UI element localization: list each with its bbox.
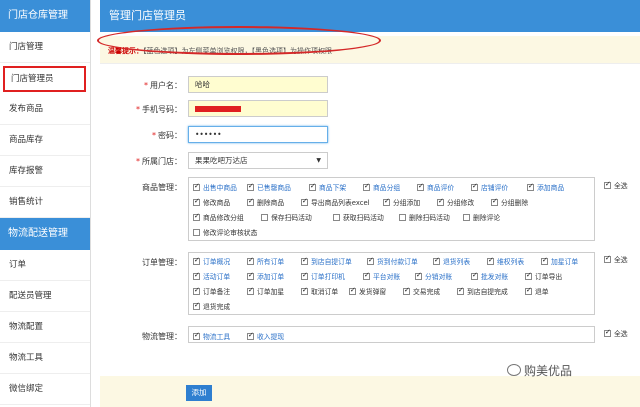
permission-checkbox[interactable]: 退货完成 bbox=[193, 301, 230, 311]
permission-checkbox[interactable]: 导出商品列表excel bbox=[301, 197, 370, 207]
logistics-perm-label: 物流管理： bbox=[142, 332, 182, 341]
goods-select-all[interactable]: 全选 bbox=[604, 180, 628, 190]
permission-checkbox[interactable]: 添加商品 bbox=[527, 182, 564, 192]
phone-field[interactable] bbox=[188, 100, 328, 117]
logistics-select-all[interactable]: 全选 bbox=[604, 328, 628, 338]
permission-checkbox[interactable]: 活动订单 bbox=[193, 271, 230, 281]
permission-checkbox[interactable]: 修改评论审核状态 bbox=[193, 227, 257, 237]
permission-checkbox[interactable]: 退单 bbox=[525, 286, 549, 296]
store-label: * 所属门店： bbox=[136, 157, 182, 166]
watermark: 购美优品 bbox=[507, 362, 572, 379]
permission-checkbox[interactable]: 取消订单 bbox=[301, 286, 338, 296]
orders-perm-box: 订单概况 所有订单 到店自提订单 货到付款订单 退货列表 维权列表 加星订单活动订单 添加订单… bbox=[188, 252, 595, 315]
permission-checkbox[interactable]: 商品分组 bbox=[363, 182, 400, 192]
permission-checkbox[interactable]: 到店自提完成 bbox=[457, 286, 508, 296]
permission-checkbox[interactable]: 删除商品 bbox=[247, 197, 284, 207]
sidebar-item-wechat-bind[interactable]: 微信绑定 bbox=[0, 374, 90, 405]
permission-checkbox[interactable]: 发货弹窗 bbox=[349, 286, 386, 296]
permission-checkbox[interactable]: 收入提现 bbox=[247, 331, 284, 341]
sidebar: 门店仓库管理 门店管理 门店管理员 发布商品 商品库存 库存报警 销售统计 物流… bbox=[0, 0, 91, 407]
permission-checkbox[interactable]: 删除扫码活动 bbox=[399, 212, 450, 222]
permission-checkbox[interactable]: 订单导出 bbox=[525, 271, 562, 281]
permission-checkbox[interactable]: 订单概况 bbox=[193, 256, 230, 266]
permission-checkbox[interactable]: 批发对账 bbox=[471, 271, 508, 281]
sidebar-item-logistics-config[interactable]: 物流配置 bbox=[0, 312, 90, 343]
logistics-perm-box: 物流工具 收入提现 bbox=[188, 326, 595, 343]
permission-checkbox[interactable]: 退货列表 bbox=[433, 256, 470, 266]
permission-checkbox[interactable]: 修改商品 bbox=[193, 197, 230, 207]
sidebar-item-goods-stock[interactable]: 商品库存 bbox=[0, 125, 90, 156]
permission-checkbox[interactable]: 保存扫码活动 bbox=[261, 212, 312, 222]
permission-checkbox[interactable]: 获取扫码活动 bbox=[333, 212, 384, 222]
username-label: * 用户名： bbox=[144, 81, 182, 90]
permission-checkbox[interactable]: 商品修改分组 bbox=[193, 212, 244, 222]
permission-checkbox[interactable]: 交易完成 bbox=[403, 286, 440, 296]
sidebar-item-sales-stats[interactable]: 销售统计 bbox=[0, 187, 90, 218]
sidebar-item-store-admin[interactable]: 门店管理员 bbox=[3, 66, 86, 92]
permission-checkbox[interactable]: 添加订单 bbox=[247, 271, 284, 281]
redacted-mark bbox=[195, 106, 241, 112]
permission-checkbox[interactable]: 维权列表 bbox=[487, 256, 524, 266]
permission-checkbox[interactable]: 货到付款订单 bbox=[367, 256, 418, 266]
orders-perm-label: 订单管理： bbox=[142, 258, 182, 267]
permission-checkbox[interactable]: 加星订单 bbox=[541, 256, 578, 266]
permission-checkbox[interactable]: 到店自提订单 bbox=[301, 256, 352, 266]
wechat-icon bbox=[507, 364, 521, 376]
permission-checkbox[interactable]: 订单打印机 bbox=[301, 271, 345, 281]
sidebar-item-stock-alert[interactable]: 库存报警 bbox=[0, 156, 90, 187]
username-field[interactable]: 哈哈 bbox=[188, 76, 328, 93]
permission-checkbox[interactable]: 所有订单 bbox=[247, 256, 284, 266]
password-field[interactable]: •••••• bbox=[188, 126, 328, 143]
sidebar-section-title: 门店仓库管理 bbox=[0, 0, 90, 32]
sidebar-item-logistics-tools[interactable]: 物流工具 bbox=[0, 343, 90, 374]
store-select[interactable]: 果果吃吧万达店 ▼ bbox=[188, 152, 328, 169]
highlight-annotation bbox=[97, 26, 381, 55]
permission-checkbox[interactable]: 店铺评价 bbox=[471, 182, 508, 192]
permission-checkbox[interactable]: 分组添加 bbox=[383, 197, 420, 207]
permission-checkbox[interactable]: 分销对账 bbox=[415, 271, 452, 281]
permission-checkbox[interactable]: 订单备注 bbox=[193, 286, 230, 296]
permission-checkbox[interactable]: 分组删除 bbox=[491, 197, 528, 207]
permission-checkbox[interactable]: 订单加星 bbox=[247, 286, 284, 296]
permission-checkbox[interactable]: 删除评论 bbox=[463, 212, 500, 222]
sidebar-section-title: 物流配送管理 bbox=[0, 218, 90, 250]
password-label: * 密码： bbox=[152, 131, 182, 140]
goods-perm-box: 出售中商品已售罄商品 商品下架 商品分组 商品评价 店铺评价 添加商品修改商品 删除商品 导出… bbox=[188, 177, 595, 241]
sidebar-item-orders[interactable]: 订单 bbox=[0, 250, 90, 281]
sidebar-item-store-manage[interactable]: 门店管理 bbox=[0, 32, 90, 63]
sidebar-item-courier-manage[interactable]: 配送员管理 bbox=[0, 281, 90, 312]
phone-label: * 手机号码： bbox=[136, 105, 182, 114]
permission-checkbox[interactable]: 商品下架 bbox=[309, 182, 346, 192]
sidebar-item-publish-goods[interactable]: 发布商品 bbox=[0, 94, 90, 125]
goods-perm-label: 商品管理： bbox=[142, 183, 182, 192]
permission-checkbox[interactable]: 出售中商品 bbox=[193, 182, 237, 192]
permission-checkbox[interactable]: 商品评价 bbox=[417, 182, 454, 192]
tip-box: 温馨提示：【蓝色选项】为左侧菜单浏览权限，【黑色选项】为操作项权限 bbox=[97, 26, 640, 64]
form-footer: 添加 bbox=[100, 376, 640, 407]
permission-checkbox[interactable]: 物流工具 bbox=[193, 331, 230, 341]
caret-down-icon: ▼ bbox=[316, 157, 321, 164]
add-button[interactable]: 添加 bbox=[186, 385, 212, 401]
permission-checkbox[interactable]: 分组修改 bbox=[437, 197, 474, 207]
permission-checkbox[interactable]: 已售罄商品 bbox=[247, 182, 291, 192]
permission-checkbox[interactable]: 平台对账 bbox=[363, 271, 400, 281]
orders-select-all[interactable]: 全选 bbox=[604, 254, 628, 264]
main-panel: 管理门店管理员 温馨提示：【蓝色选项】为左侧菜单浏览权限，【黑色选项】为操作项权… bbox=[97, 0, 640, 407]
